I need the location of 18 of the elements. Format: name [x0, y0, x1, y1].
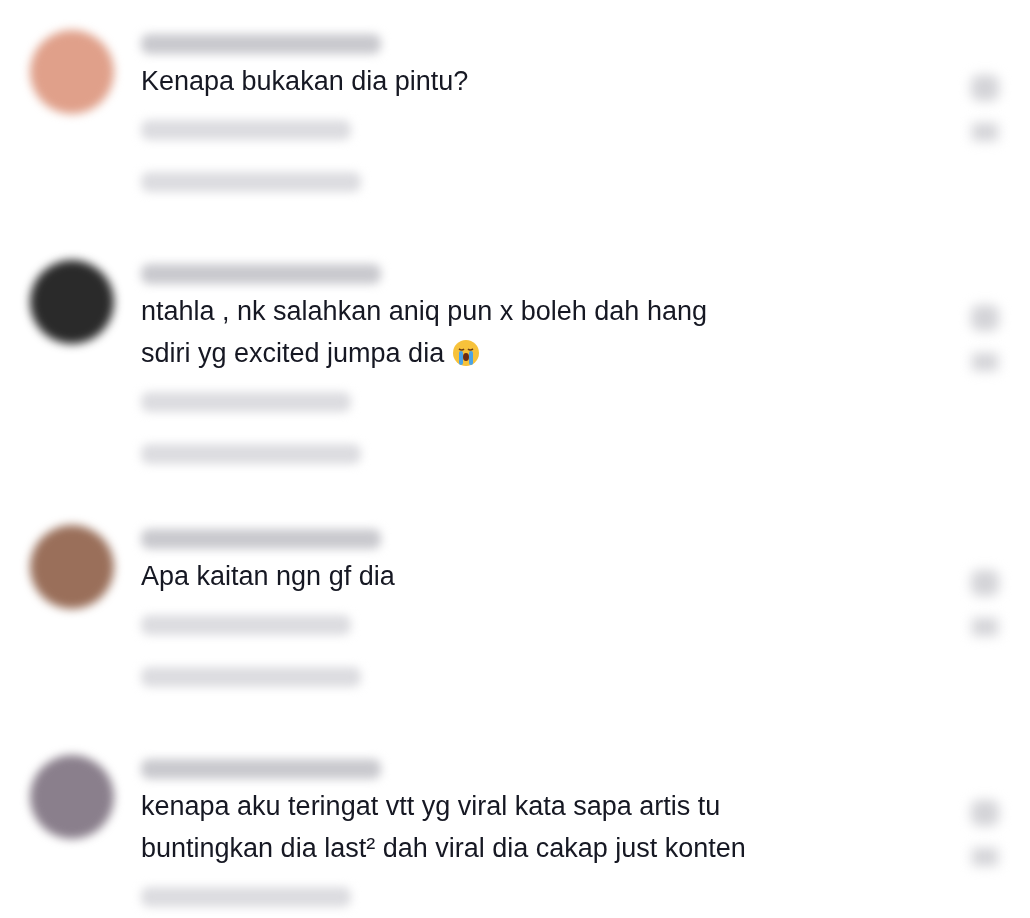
- blurred-like-icon[interactable]: [971, 570, 999, 596]
- blurred-like-count: [972, 353, 998, 371]
- blurred-replies-link[interactable]: [141, 444, 361, 464]
- blurred-replies-link[interactable]: [141, 667, 361, 687]
- avatar[interactable]: [30, 260, 114, 344]
- blurred-like-count: [972, 848, 998, 866]
- blurred-like-count: [972, 123, 998, 141]
- blurred-like-icon[interactable]: [971, 75, 999, 101]
- blurred-like-icon[interactable]: [971, 800, 999, 826]
- blurred-like-icon[interactable]: [971, 305, 999, 331]
- comment-text-line: kenapa aku teringat vtt yg viral kata sapa artis tu: [141, 790, 721, 823]
- comment-text-line: Kenapa bukakan dia pintu?: [141, 65, 469, 98]
- comment-text-line: sdiri yg excited jumpa dia: [141, 337, 445, 370]
- blurred-like-count: [972, 618, 998, 636]
- blurred-replies-link[interactable]: [141, 172, 361, 192]
- comment-text-line: ntahla , nk salahkan aniq pun x boleh dah hang: [141, 295, 707, 328]
- comment-text-line: buntingkan dia last² dah viral dia cakap just konten: [141, 832, 746, 865]
- comment-text-line: Apa kaitan ngn gf dia: [141, 560, 395, 593]
